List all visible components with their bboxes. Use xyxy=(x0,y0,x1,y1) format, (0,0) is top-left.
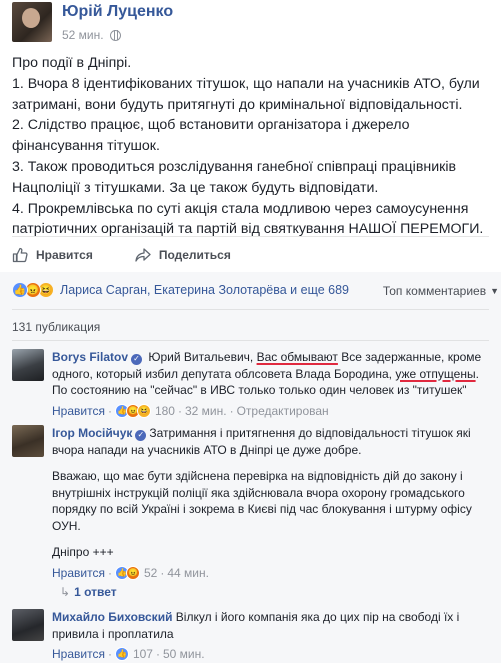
post-body: Про події в Дніпрі. 1. Вчора 8 ідентифік… xyxy=(12,53,492,240)
comment-footer: Нравится · 👍 😠 52 · 44 мин. xyxy=(52,565,492,582)
separator: · xyxy=(177,403,182,418)
post-paragraph: 2. Слідство працює, щоб встановити орган… xyxy=(12,117,410,155)
angry-reaction-icon: 😠 xyxy=(125,565,140,580)
comment-paragraph: Вважаю, що має бути здійснена перевірка … xyxy=(52,469,472,533)
comment-time[interactable]: 44 мин. xyxy=(167,565,209,582)
comment-time[interactable]: 50 мин. xyxy=(163,646,205,663)
verified-badge-icon: ✓ xyxy=(135,429,147,441)
comment-like-link[interactable]: Нравится xyxy=(52,646,105,663)
author-name[interactable]: Юрій Луценко xyxy=(62,2,173,22)
commenter-avatar[interactable] xyxy=(12,425,44,457)
comment-text: Borys Filatov ✓ Юрий Витальевич, Вас обмы… xyxy=(52,349,492,399)
commenter-name[interactable]: Ігор Мосійчук xyxy=(52,426,132,440)
reply-count: 1 ответ xyxy=(74,585,117,599)
divider xyxy=(12,236,489,237)
comment: Ігор Мосійчук ✓ Затримання і притягнення д… xyxy=(12,425,492,581)
comment-sort-dropdown[interactable]: Топ комментариев ▼ xyxy=(383,284,499,298)
comment: Михайло Биховский Вілкул і його компанія… xyxy=(12,609,492,663)
like-reaction-icon: 👍 xyxy=(12,282,28,298)
commenter-name[interactable]: Borys Filatov xyxy=(52,350,128,364)
post-paragraph: 3. Також проводиться розслідування ганеб… xyxy=(12,158,457,196)
comment-time[interactable]: 32 мин. xyxy=(185,403,227,420)
comment-paragraph: Дніпро +++ xyxy=(52,545,114,559)
commenter-name[interactable]: Михайло Биховский xyxy=(52,610,172,624)
comment-body: Borys Filatov ✓ Юрий Витальевич, Вас обмы… xyxy=(52,349,492,419)
view-replies-link[interactable]: ↳ 1 ответ xyxy=(60,585,117,599)
post-header: Юрій Луценко 52 мин. xyxy=(12,2,173,42)
divider xyxy=(12,340,489,341)
share-button[interactable]: Поделиться xyxy=(135,245,231,265)
comment-footer: Нравится · 👍 107 · 50 мин. xyxy=(52,646,492,663)
share-label: Поделиться xyxy=(158,248,231,262)
comment-body: Ігор Мосійчук ✓ Затримання і притягнення д… xyxy=(52,425,492,581)
publications-count[interactable]: 131 публикация xyxy=(12,320,100,334)
post-paragraph: Про події в Дніпрі. xyxy=(12,55,132,71)
comment-body: Михайло Биховский Вілкул і його компанія… xyxy=(52,609,492,663)
commenter-avatar[interactable] xyxy=(12,349,44,381)
verified-badge-icon: ✓ xyxy=(131,353,143,365)
underlined-text: Вас обмывают xyxy=(256,350,338,364)
comment-footer: Нравится · 👍 😠 😆 180 · 32 мин. · Отредак… xyxy=(52,403,492,420)
haha-reaction-icon: 😆 xyxy=(136,403,151,418)
reactions-summary[interactable]: 👍 😠 😆 Лариса Сарган, Екатерина Золотарёв… xyxy=(12,280,349,300)
reaction-count[interactable]: 107 xyxy=(133,646,153,663)
like-button[interactable]: Нравится xyxy=(12,245,93,265)
post-meta: 52 мин. xyxy=(62,28,173,42)
comment-like-link[interactable]: Нравится xyxy=(52,565,105,582)
sort-label: Топ комментариев xyxy=(382,284,487,298)
share-icon xyxy=(135,248,151,262)
post-actions: Нравится Поделиться xyxy=(12,245,273,265)
globe-icon xyxy=(109,29,121,41)
post-time[interactable]: 52 мин. xyxy=(62,28,104,42)
comment-text: Михайло Биховский Вілкул і його компанія… xyxy=(52,609,492,642)
author-block: Юрій Луценко 52 мин. xyxy=(62,2,173,42)
like-label: Нравится xyxy=(36,248,93,262)
divider xyxy=(12,309,489,310)
separator: · xyxy=(107,565,112,580)
commenter-avatar[interactable] xyxy=(12,609,44,641)
facebook-post: Юрій Луценко 52 мин. Про події в Дніпрі.… xyxy=(0,0,501,663)
comment-text: Ігор Мосійчук ✓ Затримання і притягнення д… xyxy=(52,425,492,458)
separator: · xyxy=(155,647,160,661)
separator: · xyxy=(160,565,165,580)
separator: · xyxy=(229,403,234,418)
comment: Borys Filatov ✓ Юрий Витальевич, Вас обмы… xyxy=(12,349,492,419)
underlined-text: уже отпущены xyxy=(395,366,476,381)
reaction-count[interactable]: 180 xyxy=(155,403,175,420)
reaction-names[interactable]: Лариса Сарган, Екатерина Золотарёва и ещ… xyxy=(60,283,349,297)
separator: · xyxy=(107,647,112,661)
author-avatar[interactable] xyxy=(12,2,52,42)
post-paragraph: 4. Прокремлівська по суті акція стала мо… xyxy=(12,200,484,238)
comment-text-part: Юрий Витальевич, xyxy=(145,350,257,364)
thumbs-up-icon xyxy=(12,247,28,263)
reply-arrow-icon: ↳ xyxy=(60,585,71,599)
comment-like-link[interactable]: Нравится xyxy=(52,403,105,420)
like-reaction-icon: 👍 xyxy=(114,647,129,662)
separator: · xyxy=(107,403,112,418)
edited-label[interactable]: Отредактирован xyxy=(237,403,329,420)
chevron-down-icon: ▼ xyxy=(490,286,499,296)
reaction-count[interactable]: 52 xyxy=(144,565,157,582)
post-paragraph: 1. Вчора 8 ідентифікованих тітушок, що н… xyxy=(12,75,480,113)
